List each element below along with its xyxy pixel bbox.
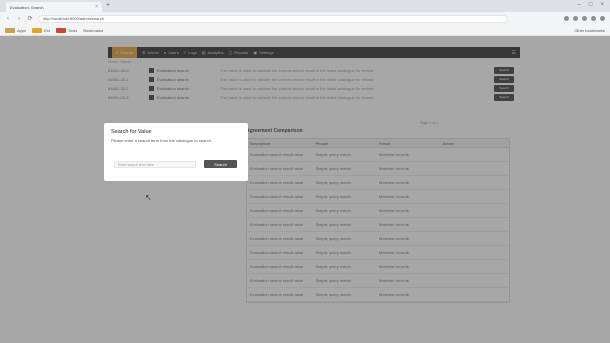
bookmark-tools[interactable]: Tools	[55, 27, 78, 33]
window-controls: – □ ×	[578, 2, 604, 8]
bookmark-label: Tools	[67, 27, 78, 33]
minimize-button[interactable]: –	[578, 2, 581, 8]
address-bar[interactable]: http://localhost:8000/admin/search	[38, 14, 508, 23]
url-text: http://localhost:8000/admin/search	[43, 16, 104, 21]
dialog-text: Please enter a search term from the cata…	[111, 138, 212, 143]
close-tab-icon[interactable]: ×	[95, 4, 98, 10]
new-tab-button[interactable]: +	[106, 2, 110, 10]
other-bookmarks[interactable]: Other bookmarks	[574, 28, 605, 33]
bookmark-icon	[55, 27, 66, 33]
modal-backdrop[interactable]	[0, 36, 610, 343]
back-icon[interactable]: ‹	[5, 16, 11, 22]
browser-toolbar: ‹ › ⟳ http://localhost:8000/admin/search	[0, 12, 610, 25]
search-placeholder: Enter search term here	[118, 162, 154, 167]
bookmark-icon	[32, 27, 43, 33]
bookmark-label: Bookmarks	[83, 27, 104, 33]
search-dialog: Search for Value Please enter a search t…	[104, 123, 248, 181]
mouse-cursor-icon: ↖	[145, 193, 152, 202]
forward-icon[interactable]: ›	[16, 16, 22, 22]
bookmarks-bar: Apps Ext Tools Bookmarks Other bookmarks	[0, 25, 610, 36]
close-window-button[interactable]: ×	[600, 2, 604, 8]
dialog-title: Search for Value	[111, 129, 152, 135]
search-input[interactable]: Enter search term here	[114, 161, 196, 168]
search-button[interactable]: Search	[204, 160, 237, 168]
bookmark-label: Ext	[44, 27, 50, 33]
browser-tab[interactable]: Evaluation: Search ×	[6, 2, 102, 12]
bookmark-bookmarks[interactable]: Bookmarks	[83, 28, 103, 33]
extension-icon[interactable]	[582, 16, 587, 21]
bookmark-apps[interactable]: Apps	[5, 27, 27, 33]
maximize-button[interactable]: □	[589, 2, 593, 8]
menu-icon[interactable]	[600, 16, 605, 21]
extension-icons	[564, 16, 605, 21]
browser-tabstrip: Evaluation: Search × + – □ ×	[0, 0, 610, 12]
profile-icon[interactable]	[591, 16, 596, 21]
apps-icon	[5, 27, 15, 33]
bookmark-label: Apps	[17, 27, 27, 33]
reload-icon[interactable]: ⟳	[27, 15, 33, 22]
tab-title: Evaluation: Search	[10, 4, 44, 10]
extension-icon[interactable]	[573, 16, 578, 21]
bookmark-ext[interactable]: Ext	[32, 27, 50, 33]
extension-icon[interactable]	[564, 16, 569, 21]
